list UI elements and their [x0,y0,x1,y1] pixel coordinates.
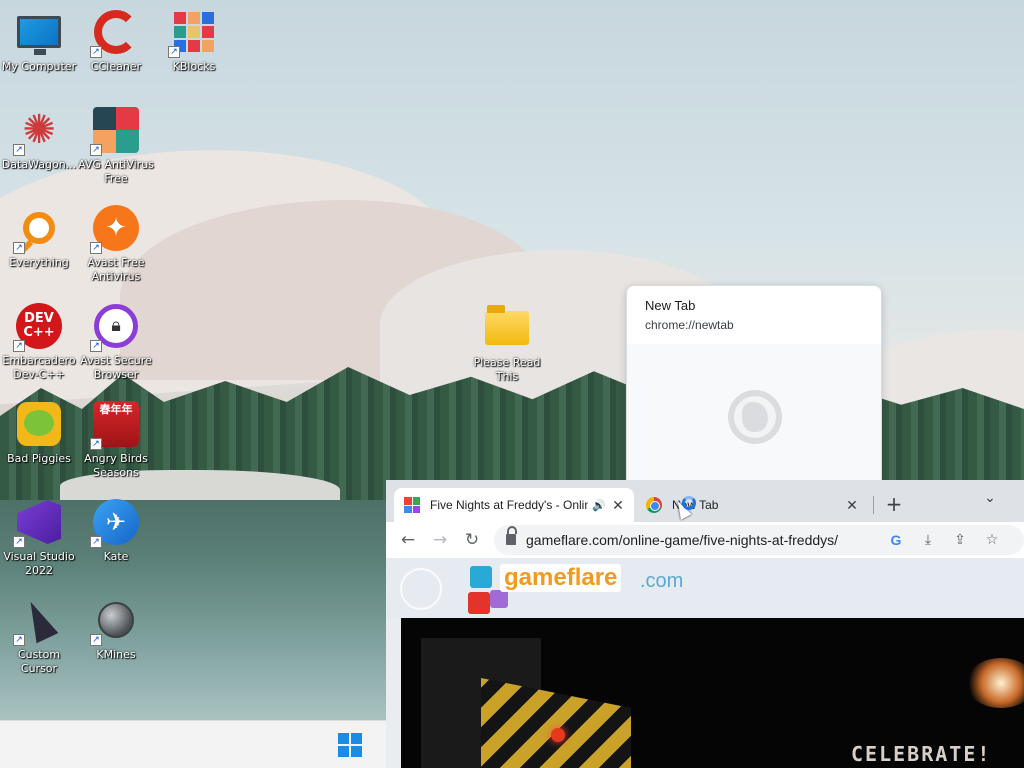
game-poster-text: CELEBRATE! [851,742,992,766]
back-button[interactable]: ← [396,528,420,552]
desktop-icon-label: Embarcadero Dev-C++ [2,354,76,381]
shortcut-arrow-icon: ↗ [90,46,102,58]
tab-title: New Tab [672,498,719,512]
desktop-icon-label: Custom Cursor [17,648,61,675]
shortcut-arrow-icon: ↗ [90,242,102,254]
desktop-icon-custom-cursor[interactable]: ↗ Custom Cursor [0,596,78,676]
game-canvas[interactable]: CELEBRATE! [401,618,1024,768]
desktop-icon-label: Visual Studio 2022 [3,550,75,577]
reload-button[interactable]: ↻ [460,528,484,552]
desktop-icon-datawagon[interactable]: ✺ ↗ DataWagon... [0,106,78,172]
desktop-icon-label: DataWagon... [1,158,77,171]
desktop-icon-avast-browser[interactable]: 🔒︎ ↗ Avast Secure Browser [77,302,155,382]
desktop-icon-label: Bad Piggies [7,452,71,465]
close-tab-icon[interactable]: ✕ [608,497,628,514]
hover-card-url: chrome://newtab [645,318,734,332]
desktop-icon-avg[interactable]: ↗ AVG AntiVirus Free [77,106,155,186]
game-red-light [551,728,565,742]
shortcut-arrow-icon: ↗ [90,634,102,646]
browser-window: Five Nights at Freddy's - Online 🔊 ✕ New… [386,480,1024,768]
desktop-icon-label: KMines [96,648,136,661]
hover-card-title: New Tab [645,298,696,313]
desktop-icon-label: AVG AntiVirus Free [78,158,154,185]
desktop-icon-devcpp[interactable]: DEV C++ ↗ Embarcadero Dev-C++ [0,302,78,382]
shortcut-arrow-icon: ↗ [90,144,102,156]
everything-icon [23,212,55,244]
folder-icon [485,305,529,345]
shortcut-arrow-icon: ↗ [13,536,25,548]
taskbar [0,720,386,768]
desktop-icon-label: Avast Free Antivirus [87,256,145,283]
address-bar[interactable]: gameflare.com/online-game/five-nights-at… [494,525,1024,555]
loading-indicator-icon [682,496,696,510]
kmines-icon [98,602,134,638]
hover-card-preview [627,344,881,488]
shortcut-arrow-icon: ↗ [13,340,25,352]
close-tab-icon[interactable]: ✕ [842,497,862,514]
gameflare-favicon-icon [404,497,420,513]
tab-title: Five Nights at Freddy's - Online [430,498,588,512]
monitor-icon [17,16,61,55]
desktop-icon-kblocks[interactable]: ↗ KBlocks [155,8,233,74]
desktop-icon-label: Please Read This [473,356,541,383]
browser-toolbar: ← → ↻ gameflare.com/online-game/five-nig… [386,522,1024,558]
speaker-icon[interactable]: 🔊 [592,499,608,512]
desktop-icon-label: Avast Secure Browser [80,354,152,381]
url-text[interactable]: gameflare.com/online-game/five-nights-at… [526,532,838,548]
chrome-icon [646,497,662,513]
bad-piggies-icon [17,402,61,446]
new-tab-button[interactable]: + [882,492,906,516]
web-page: gameflare .com CELEBRATE! [386,558,1024,768]
start-button[interactable] [338,733,362,757]
desktop-icon-everything[interactable]: ↗ Everything [0,204,78,270]
gameflare-logo-tld[interactable]: .com [640,570,683,593]
shortcut-arrow-icon: ↗ [168,46,180,58]
desktop-icon-please-read-this[interactable]: Please Read This [468,304,546,384]
desktop-icon-label: My Computer [1,60,77,73]
shortcut-arrow-icon: ↗ [90,340,102,352]
share-icon[interactable]: ⇪ [950,530,970,550]
desktop-icon-bad-piggies[interactable]: Bad Piggies [0,400,78,466]
install-app-icon[interactable]: ⤓ [918,530,938,550]
desktop-icon-label: Angry Birds Seasons [84,452,148,479]
desktop-icon-kmines[interactable]: ↗ KMines [77,596,155,662]
desktop-icon-label: CCleaner [90,60,142,73]
bookmark-star-icon[interactable]: ☆ [982,530,1002,550]
custom-cursor-icon [19,596,59,644]
desktop-icon-avast[interactable]: ✦ ↗ Avast Free Antivirus [77,204,155,284]
desktop-icon-angry-birds[interactable]: 春年年 ↗ Angry Birds Seasons [77,400,155,480]
menu-button[interactable] [400,568,442,610]
tab-search-button[interactable]: ⌄ [978,486,1002,510]
desktop-icon-label: KBlocks [172,60,216,73]
gameflare-logo-text[interactable]: gameflare [500,564,622,592]
shortcut-arrow-icon: ↗ [13,144,25,156]
lock-icon[interactable] [506,526,517,545]
desktop-icon-my-computer[interactable]: My Computer [0,8,78,74]
shortcut-arrow-icon: ↗ [13,242,25,254]
site-header: gameflare .com [386,558,1024,618]
shortcut-arrow-icon: ↗ [90,536,102,548]
forward-button[interactable]: → [428,528,452,552]
desktop-icon-label: Kate [103,550,129,563]
datawagon-icon: ✺ [22,107,56,153]
tab-five-nights[interactable]: Five Nights at Freddy's - Online 🔊 ✕ [394,488,634,522]
game-light-glow [966,658,1024,708]
desktop-icon-ccleaner[interactable]: ↗ CCleaner [77,8,155,74]
game-hazard-stripes [481,678,631,768]
shortcut-arrow-icon: ↗ [13,634,25,646]
desktop-icon-visual-studio[interactable]: ↗ Visual Studio 2022 [0,498,78,578]
windows-logo-icon [338,733,349,744]
tab-hover-card: New Tab chrome://newtab [626,285,882,489]
globe-icon [728,390,782,444]
shortcut-arrow-icon: ↗ [90,438,102,450]
desktop-icon-label: Everything [9,256,69,269]
google-translate-icon[interactable]: G [886,530,906,550]
tab-divider [873,496,874,514]
tab-strip: Five Nights at Freddy's - Online 🔊 ✕ New… [386,480,1024,522]
desktop-icon-kate[interactable]: ✈ ↗ Kate [77,498,155,564]
kblocks-icon [174,12,214,52]
